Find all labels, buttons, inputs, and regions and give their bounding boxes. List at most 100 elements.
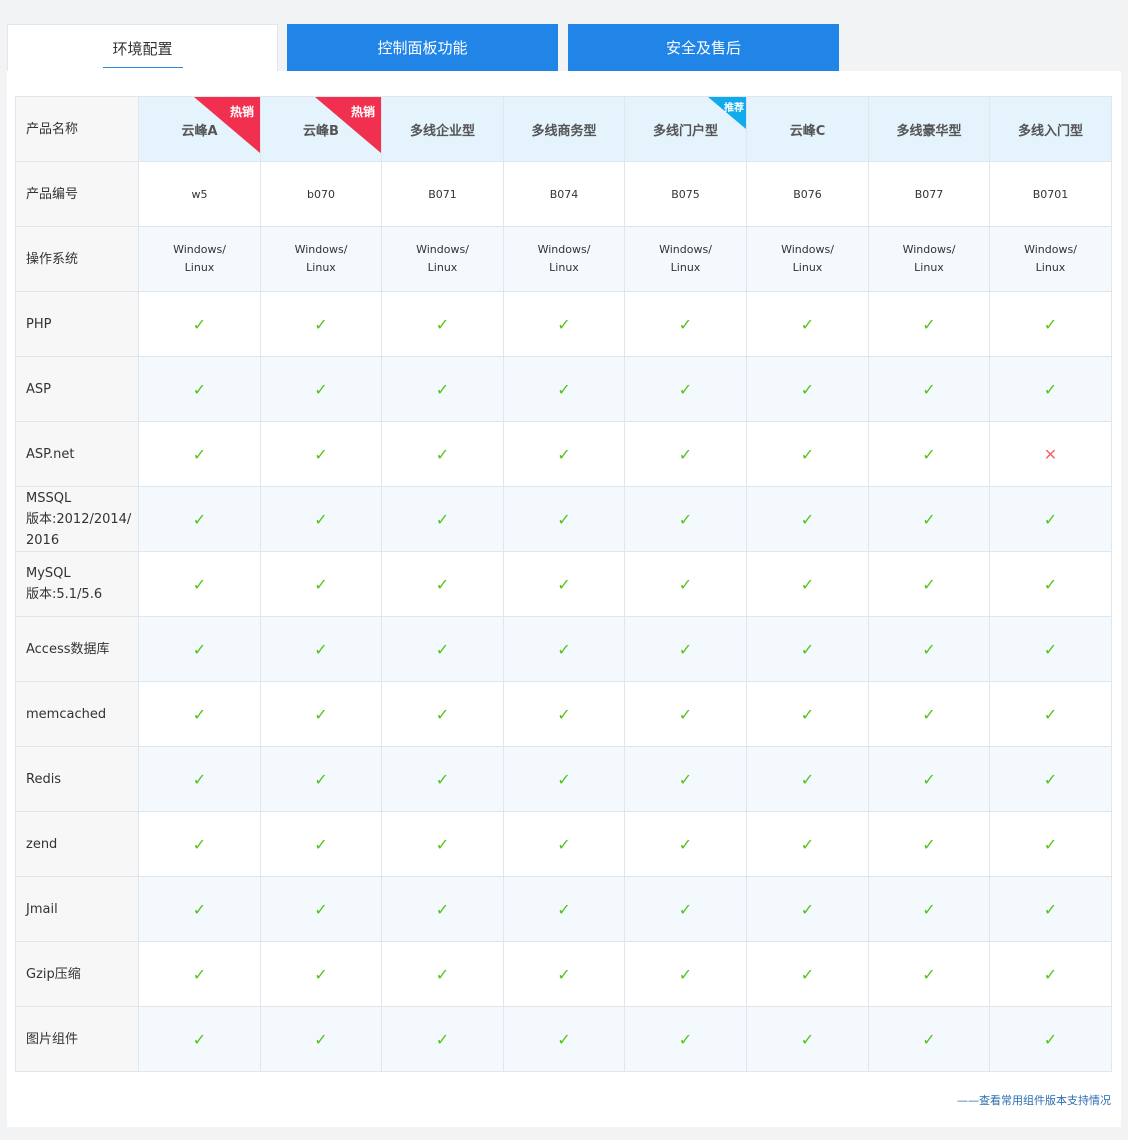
support-cell: ✓: [138, 941, 261, 1007]
check-icon: ✓: [557, 314, 571, 334]
feature-label-line: 版本:5.1/5.6: [26, 587, 103, 602]
check-icon: ✓: [1043, 379, 1058, 399]
support-cell: ✓: [381, 291, 504, 357]
support-cell: ✓: [260, 551, 382, 617]
os-line: Windows/: [416, 243, 469, 256]
support-cell: ✓: [746, 681, 869, 747]
os-line: Windows/: [173, 243, 226, 256]
tab-security-aftersales[interactable]: 安全及售后: [568, 24, 839, 71]
check-icon: ✓: [192, 964, 207, 984]
support-cell: ✓: [138, 681, 261, 747]
check-icon: ✓: [1043, 314, 1058, 334]
os-line: Windows/: [659, 243, 712, 256]
support-cell: ✓: [746, 486, 869, 552]
check-icon: ✓: [1043, 639, 1058, 659]
feature-label: Jmail: [15, 876, 139, 942]
support-cell: ✓: [381, 551, 504, 617]
support-cell: ✓: [624, 941, 747, 1007]
feature-label: Access数据库: [15, 616, 139, 682]
support-cell: ✓: [138, 291, 261, 357]
feature-row: PHP ✓ ✓ ✓ ✓ ✓ ✓ ✓ ✓: [15, 291, 1112, 357]
check-icon: ✓: [922, 899, 936, 919]
product-code-cell: B074: [503, 161, 625, 227]
feature-label: zend: [15, 811, 139, 877]
check-icon: ✓: [435, 639, 450, 659]
check-icon: ✓: [678, 444, 693, 464]
support-cell: ✓: [381, 941, 504, 1007]
product-code-cell: B076: [746, 161, 869, 227]
feature-row: zend ✓ ✓ ✓ ✓ ✓ ✓ ✓ ✓: [15, 811, 1112, 877]
os-line: Windows/: [781, 243, 834, 256]
active-tab-underline: [103, 67, 183, 68]
support-cell: ✓: [868, 421, 990, 487]
component-version-link[interactable]: ——查看常用组件版本支持情况: [957, 1092, 1111, 1108]
support-cell: ✓: [381, 681, 504, 747]
check-icon: ✓: [557, 899, 571, 919]
product-header-cell: 云峰A 热销: [138, 96, 261, 162]
product-header-wrap: 多线入门型: [990, 97, 1111, 161]
support-cell: ✓: [381, 1006, 504, 1072]
support-cell: ✓: [381, 616, 504, 682]
badge-text: 热销: [229, 105, 254, 119]
check-icon: ✓: [800, 834, 815, 854]
feature-label-line: MSSQL: [26, 490, 72, 506]
product-name: 多线企业型: [409, 123, 475, 139]
check-icon: ✓: [800, 509, 815, 529]
support-cell: ✓: [746, 421, 869, 487]
check-icon: ✓: [1043, 834, 1058, 854]
product-header-cell: 多线入门型: [989, 96, 1112, 162]
product-code-cell: B0701: [989, 161, 1112, 227]
feature-label-line: ASP.net: [26, 446, 75, 462]
check-icon: ✓: [678, 834, 693, 854]
check-icon: ✓: [800, 444, 815, 464]
support-cell: ✓: [503, 291, 625, 357]
os-cell: Windows/Linux: [503, 226, 625, 292]
check-icon: ✓: [314, 1029, 328, 1049]
support-cell: ✓: [868, 941, 990, 1007]
check-icon: ✓: [192, 1029, 207, 1049]
support-cell: ✓: [746, 356, 869, 422]
check-icon: ✓: [922, 509, 936, 529]
support-cell: ✓: [138, 1006, 261, 1072]
support-cell: ✓: [624, 681, 747, 747]
row-label: 产品编号: [15, 161, 139, 227]
feature-label: ASP.net: [15, 421, 139, 487]
feature-row: 图片组件 ✓ ✓ ✓ ✓ ✓ ✓ ✓ ✓: [15, 1006, 1112, 1072]
check-icon: ✓: [678, 1029, 693, 1049]
check-icon: ✓: [435, 314, 450, 334]
check-icon: ✓: [314, 704, 328, 724]
check-icon: ✓: [557, 574, 571, 594]
support-cell: ✓: [624, 356, 747, 422]
check-icon: ✓: [922, 574, 936, 594]
support-cell: ✓: [746, 746, 869, 812]
tab-environment[interactable]: 环境配置: [7, 24, 278, 72]
feature-row: memcached ✓ ✓ ✓ ✓ ✓ ✓ ✓ ✓: [15, 681, 1112, 747]
os-row: 操作系统 Windows/Linux Windows/Linux Windows/Li…: [15, 226, 1112, 292]
product-header-wrap: 多线企业型: [382, 97, 503, 161]
tab-control-panel[interactable]: 控制面板功能: [287, 24, 558, 71]
product-name-row: 产品名称 云峰A 热销 云峰B 热销 多线企业型 多线商务型 多线门户型 推荐 云峰C 多线豪华型 多…: [15, 96, 1112, 162]
support-cell: ✓: [989, 746, 1112, 812]
support-cell: ✓: [260, 941, 382, 1007]
feature-label-line: memcached: [26, 706, 107, 722]
product-header-wrap: 多线门户型 推荐: [625, 97, 746, 161]
support-cell: ✓: [503, 616, 625, 682]
feature-label: memcached: [15, 681, 139, 747]
support-cell: ✓: [868, 551, 990, 617]
check-icon: ✓: [1043, 509, 1058, 529]
check-icon: ✓: [678, 314, 693, 334]
support-cell: ✓: [503, 811, 625, 877]
support-cell: ✓: [624, 551, 747, 617]
check-icon: ✓: [435, 379, 450, 399]
os-cell: Windows/Linux: [746, 226, 869, 292]
support-cell: ✓: [260, 356, 382, 422]
support-cell: ✓: [746, 941, 869, 1007]
os-line: Windows/: [1024, 243, 1077, 256]
support-cell: ✓: [503, 421, 625, 487]
check-icon: ✓: [557, 964, 571, 984]
check-icon: ✓: [435, 509, 450, 529]
support-cell: ✓: [260, 486, 382, 552]
check-icon: ✓: [922, 379, 936, 399]
check-icon: ✓: [435, 769, 450, 789]
support-cell: ✓: [503, 681, 625, 747]
